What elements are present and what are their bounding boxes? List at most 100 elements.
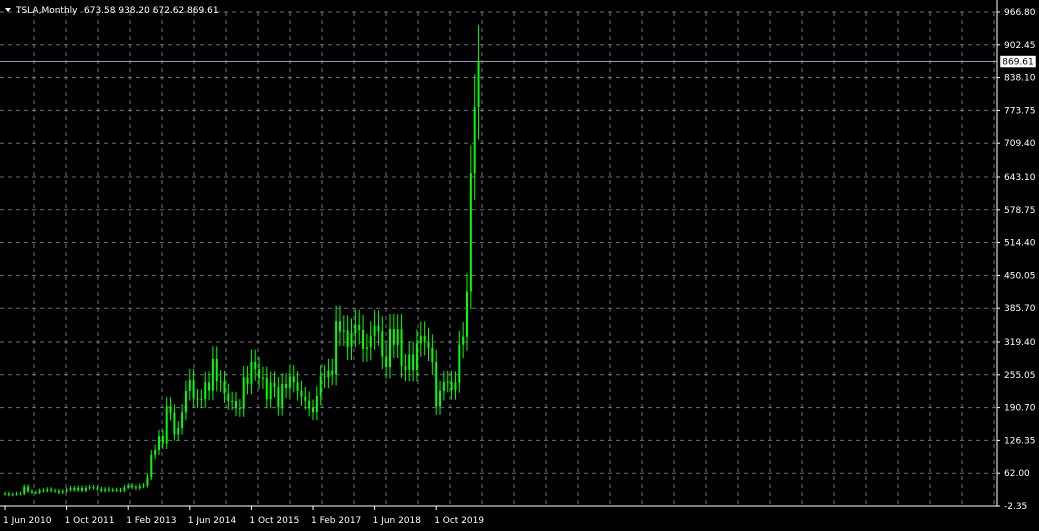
candle-body: [265, 377, 268, 400]
candle-body: [435, 362, 438, 407]
candle-body: [300, 390, 303, 397]
candle-body: [419, 335, 422, 344]
candle-body: [127, 485, 130, 488]
candle-body: [473, 107, 476, 174]
y-tick-label: 709.40: [1004, 139, 1036, 149]
candle-body: [423, 335, 426, 342]
candle-body: [246, 377, 249, 385]
x-tick-label: 1 Jun 2014: [188, 516, 237, 526]
candle-body: [34, 492, 37, 494]
y-tick-label: 902.45: [1004, 41, 1036, 51]
candle-body: [365, 347, 368, 349]
candle-body: [292, 376, 295, 383]
candle-body: [477, 61, 480, 108]
candle-body: [158, 436, 160, 451]
candle-body: [77, 487, 80, 491]
candle-body: [462, 336, 465, 345]
candle-body: [273, 382, 276, 388]
candle-body: [196, 398, 199, 400]
candle-body: [27, 486, 30, 492]
candle-body: [281, 383, 284, 408]
y-tick-label: 385.70: [1004, 304, 1036, 314]
candle-body: [362, 329, 365, 349]
candle-body: [84, 487, 87, 491]
ohlc-values: 673.58 938.20 672.62 869.61: [84, 6, 219, 16]
candle-body: [57, 490, 60, 493]
candle-body: [200, 398, 203, 400]
candle-body: [19, 493, 22, 495]
candle-body: [154, 450, 157, 455]
candle-body: [404, 366, 407, 370]
candle-body: [277, 387, 280, 408]
candle-body: [115, 489, 118, 491]
candle-body: [69, 488, 72, 490]
candle-body: [223, 381, 226, 394]
candle-body: [269, 382, 272, 400]
x-tick-label: 1 Feb 2017: [311, 516, 361, 526]
candle-body: [142, 485, 145, 487]
candle-body: [288, 376, 291, 389]
candle-body: [392, 328, 395, 345]
candle-body: [192, 380, 195, 399]
candle-body: [204, 382, 207, 400]
candle-body: [30, 491, 33, 493]
candle-body: [469, 173, 472, 292]
y-tick-label: 190.70: [1004, 404, 1036, 414]
candle-body: [381, 331, 384, 357]
candle-body: [254, 362, 257, 370]
candle-body: [454, 382, 457, 391]
candle-body: [169, 406, 172, 413]
candle-body: [331, 370, 334, 375]
candle-body: [11, 494, 14, 496]
candle-body: [131, 485, 134, 488]
candle-body: [65, 489, 68, 492]
current-price-label: 869.61: [1002, 58, 1034, 68]
candle-body: [107, 489, 110, 491]
candle-body: [184, 390, 187, 413]
candle-body: [46, 489, 49, 491]
candle-body: [446, 381, 449, 383]
candle-body: [15, 493, 18, 495]
candle-body: [54, 490, 57, 492]
candle-body: [181, 412, 184, 429]
candle-body: [138, 486, 141, 489]
candle-body: [327, 370, 330, 378]
x-tick-label: 1 Jun 2010: [3, 516, 52, 526]
candle-body: [350, 333, 353, 347]
candle-body: [42, 490, 45, 492]
candle-body: [450, 381, 453, 391]
current-price-tag: 869.61: [999, 55, 1037, 68]
symbol-label: TSLA,Monthly: [15, 6, 78, 16]
candle-body: [165, 406, 168, 444]
candle-body: [235, 401, 237, 408]
candle-body: [146, 477, 149, 486]
candlestick-chart[interactable]: 966.80 902.45 838.10 773.75 709.40 643.10 578.…: [0, 0, 1039, 531]
candle-body: [338, 321, 341, 332]
candle-body: [242, 377, 245, 409]
candle-body: [442, 382, 445, 391]
candle-body: [427, 341, 430, 348]
candle-body: [377, 325, 380, 332]
candle-body: [173, 412, 176, 435]
candle-body: [73, 488, 76, 491]
candle-body: [250, 362, 253, 385]
candle-body: [308, 400, 311, 409]
candle-body: [431, 347, 434, 363]
candle-body: [227, 393, 230, 402]
candle-body: [319, 376, 322, 396]
x-tick-label: 1 Oct 2015: [249, 516, 299, 526]
candle-body: [342, 330, 345, 332]
chart-header: TSLA,Monthly 673.58 938.20 672.62 869.61: [5, 6, 219, 16]
candle-body: [335, 321, 338, 375]
candle-body: [188, 380, 191, 391]
candle-body: [104, 489, 107, 491]
candle-body: [415, 343, 418, 371]
candle-body: [261, 377, 264, 379]
candle-body: [458, 344, 461, 383]
y-tick-label: 578.75: [1004, 206, 1036, 216]
candle-body: [177, 428, 180, 435]
candle-body: [123, 487, 126, 491]
candle-body: [389, 328, 391, 368]
candle-body: [312, 408, 314, 413]
x-tick-label: 1 Oct 2019: [434, 516, 484, 526]
